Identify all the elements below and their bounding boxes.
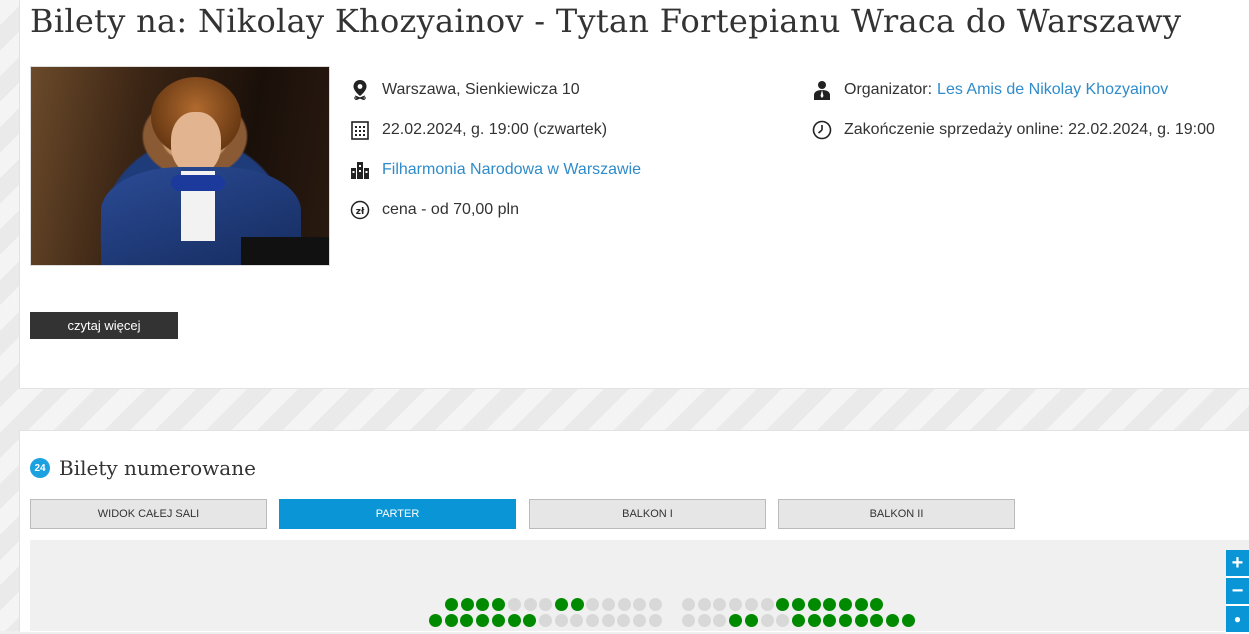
location-pin-icon	[350, 80, 370, 100]
seat-taken	[586, 614, 599, 627]
seat-available[interactable]	[854, 598, 868, 611]
seat-available[interactable]	[460, 598, 474, 611]
zoom-out-button[interactable]: −	[1226, 578, 1249, 606]
event-photo	[30, 66, 330, 266]
organizer-row: Organizator: Les Amis de Nikolay Khozyai…	[812, 80, 1168, 100]
calendar-icon	[350, 120, 370, 140]
seat-available[interactable]	[491, 614, 505, 627]
zoom-reset-button[interactable]: ●	[1226, 606, 1249, 634]
seat-available[interactable]	[791, 598, 805, 611]
tab-whole-hall[interactable]: WIDOK CAŁEJ SALI	[30, 499, 267, 529]
address-text: Warszawa, Sienkiewicza 10	[382, 81, 580, 98]
seat-taken	[538, 614, 552, 627]
seat-available[interactable]	[744, 614, 758, 627]
currency-zloty-icon: zł	[350, 200, 370, 220]
seat-available[interactable]	[854, 614, 868, 627]
seat-taken	[682, 614, 695, 627]
seat-available[interactable]	[807, 598, 821, 611]
seat-available[interactable]	[886, 614, 900, 627]
seat-taken	[682, 598, 695, 611]
sale-end-row: Zakończenie sprzedaży online: 22.02.2024…	[812, 120, 1215, 140]
seat-taken	[507, 598, 521, 611]
seat-available[interactable]	[429, 614, 442, 627]
seat-taken	[697, 598, 711, 611]
seat-available[interactable]	[445, 598, 458, 611]
organizer-person-icon	[812, 80, 832, 100]
price-text: cena - od 70,00 pln	[382, 201, 519, 218]
seat-available[interactable]	[791, 614, 805, 627]
seat-taken	[744, 598, 758, 611]
tab-balkon-2[interactable]: BALKON II	[778, 499, 1015, 529]
sale-end-text: Zakończenie sprzedaży online: 22.02.2024…	[844, 121, 1215, 138]
datetime-text: 22.02.2024, g. 19:00 (czwartek)	[382, 121, 608, 138]
seat-taken	[697, 614, 711, 627]
seat-taken	[649, 598, 663, 611]
seat-available[interactable]	[807, 614, 821, 627]
bilety24-badge-icon: 24	[30, 458, 50, 478]
seat-taken	[633, 614, 647, 627]
tab-balkon-1[interactable]: BALKON I	[529, 499, 766, 529]
svg-text:zł: zł	[356, 207, 365, 217]
seat-available[interactable]	[729, 614, 743, 627]
seat-taken	[523, 598, 537, 611]
zoom-in-button[interactable]: +	[1226, 550, 1249, 578]
page-title: Bilety na: Nikolay Khozyainov - Tytan Fo…	[30, 2, 1182, 40]
seat-taken	[602, 598, 615, 611]
seat-taken	[601, 614, 615, 627]
seat-available[interactable]	[476, 614, 490, 627]
seat-available[interactable]	[839, 614, 852, 627]
seat-taken	[617, 598, 631, 611]
seat-taken	[760, 598, 774, 611]
organizer-label: Organizator:	[844, 81, 933, 98]
seat-taken	[554, 614, 568, 627]
address-row: Warszawa, Sienkiewicza 10	[350, 80, 580, 100]
seat-available[interactable]	[444, 614, 458, 627]
tickets-section-header: 24 Bilety numerowane	[30, 456, 256, 480]
seat-available[interactable]	[839, 598, 852, 611]
venue-row: Filharmonia Narodowa w Warszawie	[350, 160, 641, 180]
datetime-row: 22.02.2024, g. 19:00 (czwartek)	[350, 120, 607, 140]
venue-link[interactable]: Filharmonia Narodowa w Warszawie	[382, 161, 641, 179]
price-row: zł cena - od 70,00 pln	[350, 200, 519, 220]
seat-available[interactable]	[570, 598, 584, 611]
read-more-button[interactable]: czytaj więcej	[30, 312, 178, 339]
seat-available[interactable]	[507, 614, 521, 627]
organizer-link[interactable]: Les Amis de Nikolay Khozyainov	[937, 81, 1168, 99]
seat-available[interactable]	[554, 598, 568, 611]
seat-taken	[648, 614, 662, 627]
seat-taken	[760, 614, 774, 627]
clock-icon	[812, 120, 832, 140]
seat-available[interactable]	[901, 614, 915, 627]
seat-available[interactable]	[492, 598, 506, 611]
tickets-section-title: Bilety numerowane	[59, 456, 256, 480]
zoom-controls: + − ●	[1226, 550, 1249, 634]
building-icon	[350, 160, 370, 180]
seat-taken	[729, 598, 743, 611]
tab-parter[interactable]: PARTER	[279, 499, 516, 529]
